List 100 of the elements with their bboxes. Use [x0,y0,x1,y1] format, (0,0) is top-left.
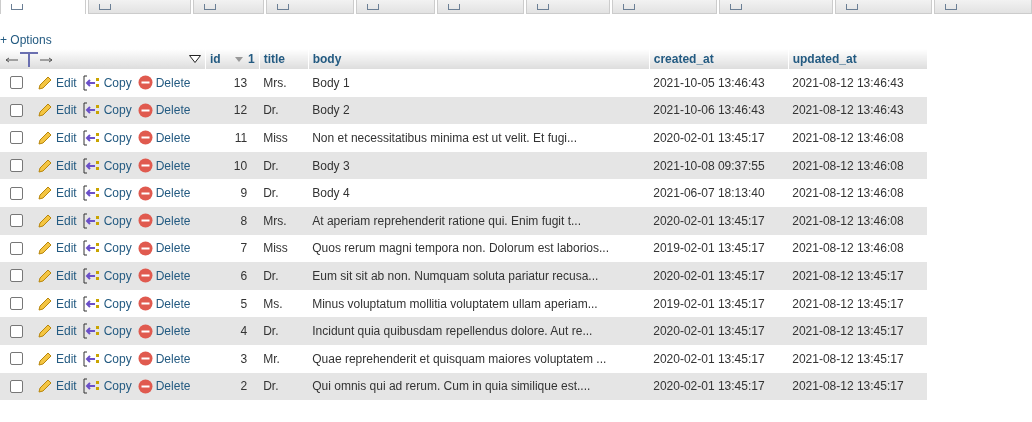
delete-link[interactable]: Delete [137,378,191,394]
delete-link[interactable]: Delete [137,351,191,367]
copy-link[interactable]: Copy [82,102,132,119]
tab-icon [536,3,549,10]
dropdown-caret-icon[interactable] [189,55,201,63]
edit-link[interactable]: Edit [37,378,77,395]
table-cell: 13 [205,69,260,97]
edit-link[interactable]: Edit [37,350,77,367]
row-checkbox[interactable] [10,186,23,200]
delete-link[interactable]: Delete [137,130,191,146]
table-cell: 2021-08-12 13:45:17 [788,317,927,345]
delete-link[interactable]: Delete [137,268,191,284]
delete-link[interactable]: Delete [137,323,191,339]
table-cell: 2021-08-12 13:46:08 [788,124,927,152]
table-cell: 5 [205,289,260,318]
delete-icon [137,268,153,284]
row-checkbox[interactable] [10,103,23,117]
tab-icon [99,3,112,10]
delete-link[interactable]: Delete [137,158,191,174]
column-header[interactable]: title [259,49,309,69]
row-checkbox[interactable] [10,379,23,393]
table-cell: 2021-08-12 13:45:17 [788,344,927,373]
table-cell: 10 [205,151,260,180]
table-cell: 12 [205,96,260,125]
copy-link[interactable]: Copy [82,378,132,395]
table-cell: 2020-02-01 13:45:17 [649,372,789,401]
table-cell: 2019-02-01 13:45:17 [649,289,789,318]
column-header[interactable]: created_at [649,49,789,69]
column-header[interactable]: updated_at [788,49,927,69]
copy-link[interactable]: Copy [82,157,132,174]
row-checkbox[interactable] [10,269,23,283]
table-cell: Mr. [259,344,309,373]
table-cell: Body 4 [308,179,650,207]
table-cell: Mrs. [259,206,309,235]
copy-link[interactable]: Copy [82,212,132,229]
edit-link[interactable]: Edit [37,157,77,174]
options-link[interactable]: + Options [0,33,52,47]
edit-link[interactable]: Edit [37,74,77,91]
table-cell: 2021-10-05 13:46:43 [649,69,789,97]
delete-link[interactable]: Delete [137,185,191,201]
table-cell: 3 [205,344,260,373]
table-cell: At aperiam reprehenderit ratione qui. Enim fugit t... [308,206,650,235]
edit-link[interactable]: Edit [37,185,77,202]
column-header[interactable]: id 1 [205,49,260,69]
tab-icon [277,3,290,10]
copy-link[interactable]: Copy [82,74,132,91]
copy-link[interactable]: Copy [82,185,132,202]
table-cell: Dr. [259,151,309,180]
edit-link[interactable]: Edit [37,295,77,312]
tab-icon [203,3,216,10]
row-checkbox[interactable] [10,214,23,228]
tab-icon [366,3,379,10]
delete-icon [137,240,153,256]
table-cell: 2021-08-12 13:46:43 [788,69,927,97]
delete-link[interactable]: Delete [137,296,191,312]
delete-link[interactable]: Delete [137,240,191,256]
row-checkbox[interactable] [10,131,23,145]
table-cell: 2021-08-12 13:46:08 [788,234,927,263]
column-header[interactable]: body [308,49,650,69]
delete-link[interactable]: Delete [137,102,191,118]
delete-link[interactable]: Delete [137,75,191,91]
tab[interactable] [192,0,265,14]
table-cell: Miss [259,124,309,152]
edit-link[interactable]: Edit [37,102,77,119]
table-cell: 2021-08-12 13:45:17 [788,372,927,401]
row-checkbox[interactable] [10,241,23,255]
row-checkbox[interactable] [10,352,23,366]
copy-icon [82,74,101,91]
copy-link[interactable]: Copy [82,240,132,257]
delete-icon [137,185,153,201]
table-cell: Body 1 [308,69,650,97]
sort-arrow-icon [234,55,244,63]
table-cell: Dr. [259,262,309,290]
table-cell: 2021-08-12 13:45:17 [788,289,927,318]
delete-icon [137,296,153,312]
column-resize-icon[interactable] [4,51,54,67]
table-cell: Dr. [259,372,309,401]
edit-link[interactable]: Edit [37,212,77,229]
table-cell: Dr. [259,179,309,207]
edit-link[interactable]: Edit [37,240,77,257]
tab-icon [448,3,461,10]
table-cell: 4 [205,317,260,345]
copy-link[interactable]: Copy [82,323,132,340]
delete-link[interactable]: Delete [137,213,191,229]
row-checkbox[interactable] [10,297,23,311]
pencil-icon [37,157,53,174]
row-checkbox[interactable] [10,159,23,173]
copy-link[interactable]: Copy [82,350,132,367]
edit-link[interactable]: Edit [37,267,77,284]
copy-link[interactable]: Copy [82,130,132,146]
tab-icon [944,3,957,10]
delete-icon [137,158,153,174]
copy-icon [82,212,101,229]
edit-link[interactable]: Edit [37,130,77,146]
row-checkbox[interactable] [10,324,23,338]
copy-link[interactable]: Copy [82,295,132,312]
edit-link[interactable]: Edit [37,323,77,340]
row-checkbox[interactable] [10,76,23,90]
copy-link[interactable]: Copy [82,267,132,284]
table-cell: Minus voluptatum mollitia voluptatem ullam aperiam... [308,289,650,318]
